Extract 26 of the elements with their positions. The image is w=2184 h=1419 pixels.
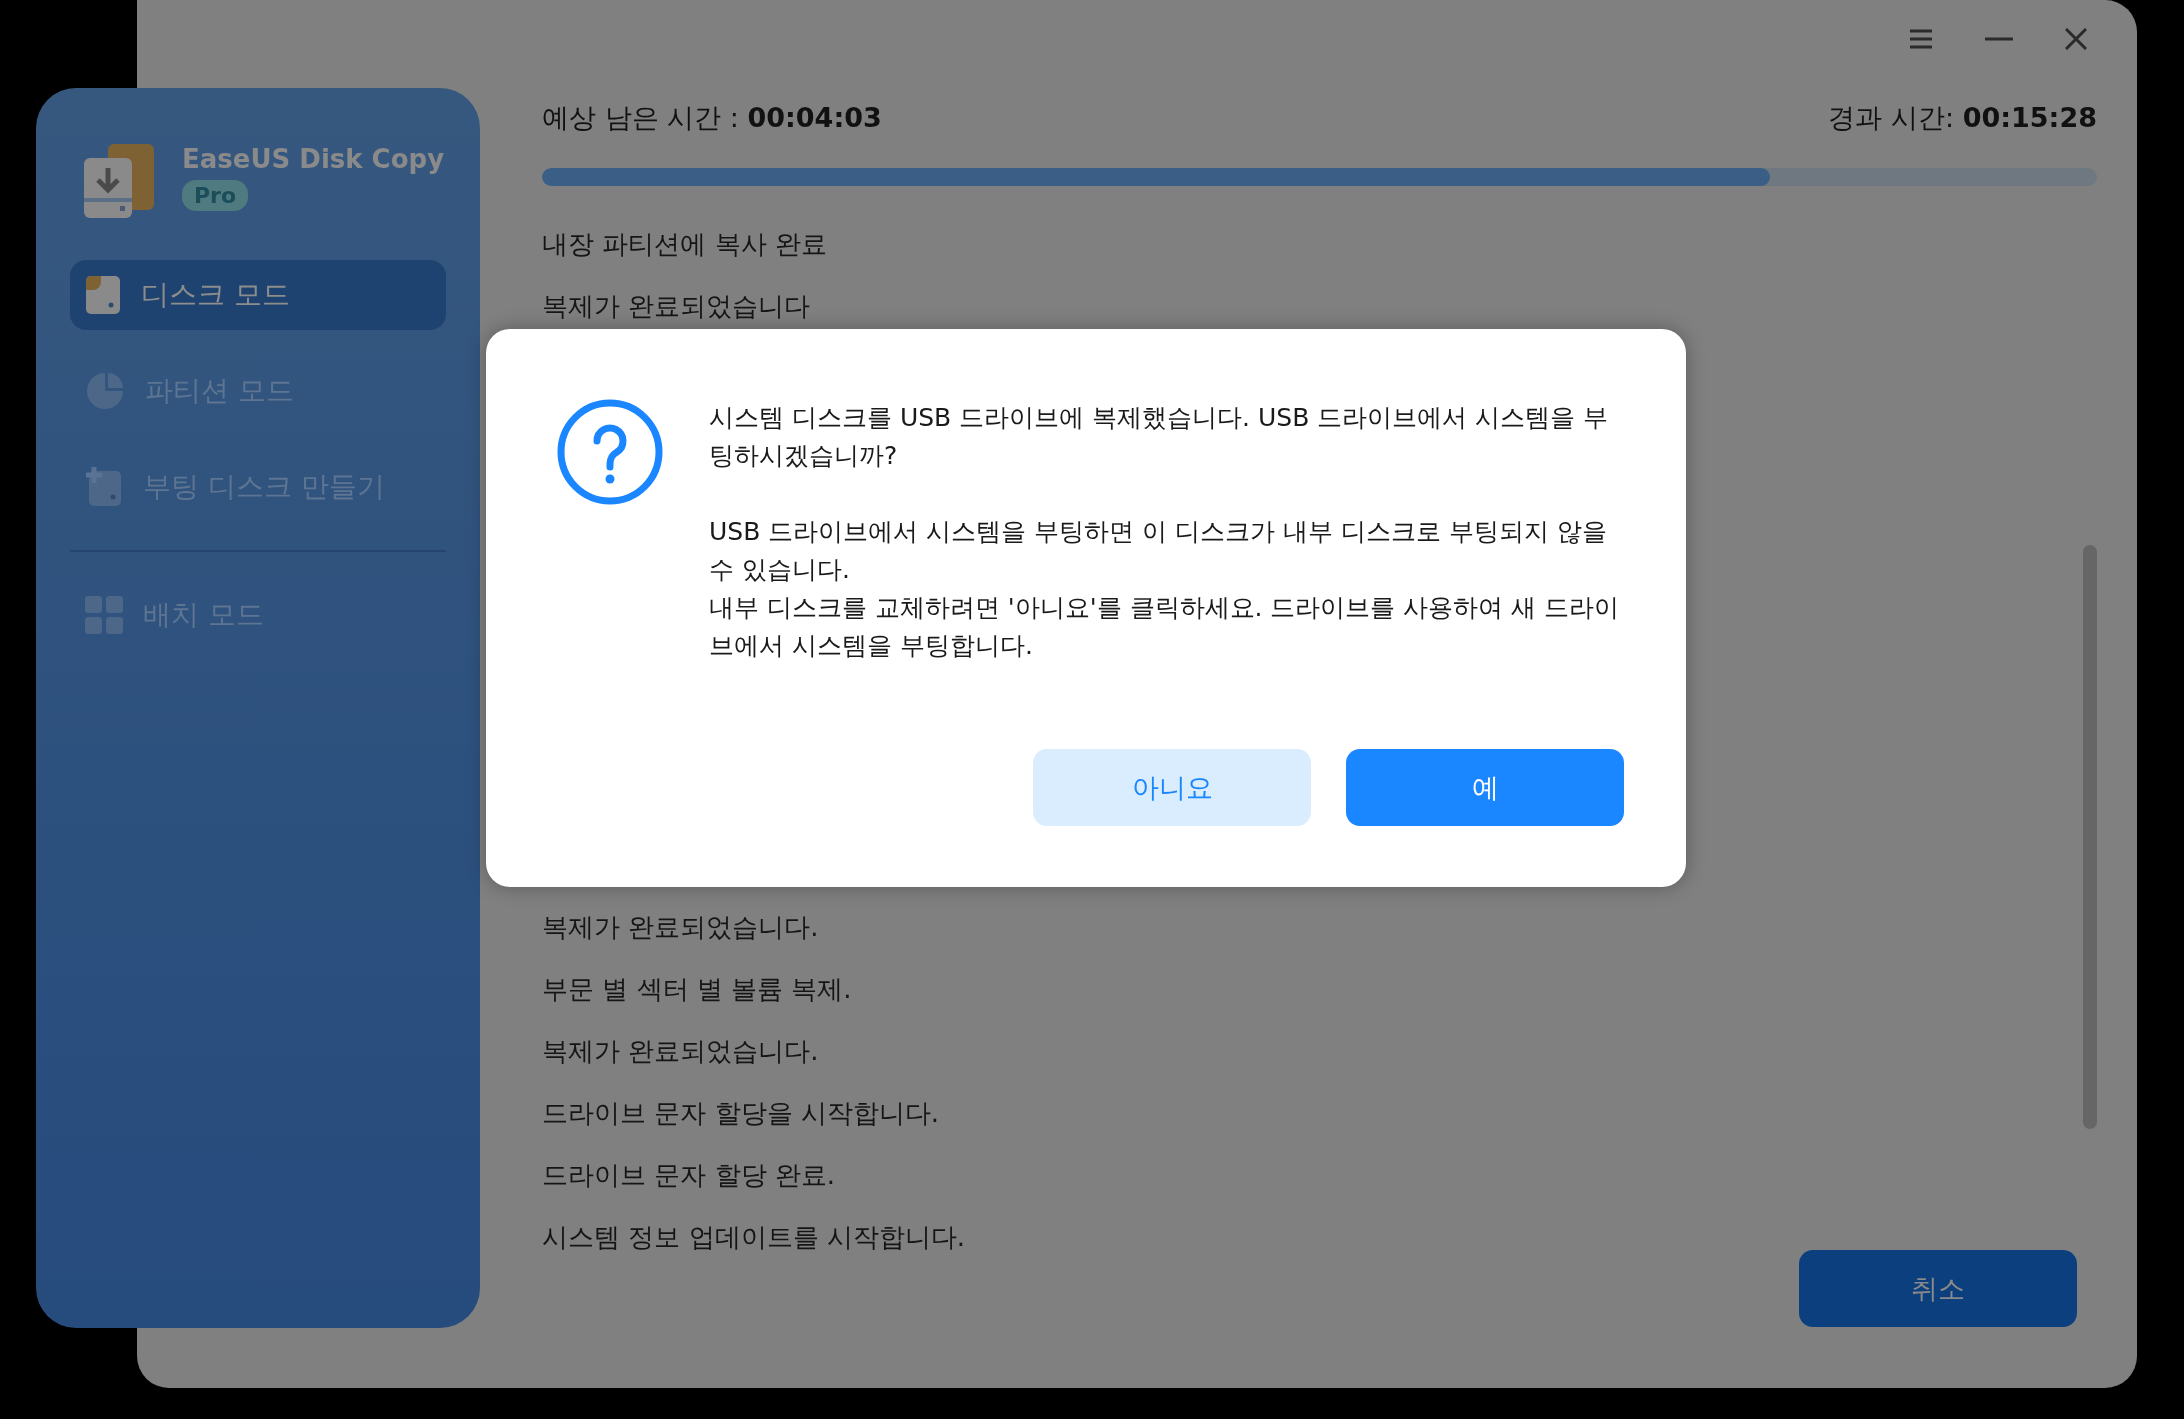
log-line: 시스템 정보 업데이트를 시작합니다. xyxy=(542,1221,967,1254)
grid-icon xyxy=(85,596,123,634)
disk-plus-icon xyxy=(85,467,123,507)
log-line: 복제가 완료되었습니다. xyxy=(542,1035,820,1068)
log-line: 복제가 완료되었습니다. xyxy=(542,911,820,944)
log-line: 복제가 완료되었습니다 xyxy=(542,290,812,323)
minimize-icon[interactable] xyxy=(1985,37,2013,41)
pie-chart-icon xyxy=(85,371,125,411)
log-line: 드라이브 문자 할당 완료. xyxy=(542,1159,837,1192)
no-button[interactable]: 아니요 xyxy=(1033,749,1311,826)
close-icon[interactable] xyxy=(2065,28,2087,50)
sidebar-item[interactable]: 디스크 모드 xyxy=(70,260,446,330)
log-line: 내장 파티션에 복사 완료 xyxy=(542,228,828,261)
elapsed-time: 경과 시간: 00:15:28 xyxy=(1828,101,2097,135)
dialog-message: 시스템 디스크를 USB 드라이브에 복제했습니다. USB 드라이브에서 시스템을 부팅하시겠습니까? xyxy=(709,402,1610,472)
log-line: 부문 별 섹터 별 볼륨 복제. xyxy=(542,973,853,1006)
disk-copy-logo-icon xyxy=(82,144,156,220)
scrollbar[interactable] xyxy=(2083,545,2097,1129)
menu-icon[interactable] xyxy=(1909,28,1933,50)
dialog-message: USB 드라이브에서 시스템을 부팅하면 이 디스크가 내부 디스크로 부팅되지 않을 수 있습니다. 내부 디스크를 교체하려면 '아니요'를 클릭하세요. 드라이브를 사용하여 새 드라이브에서 시스템을 부팅합니다. xyxy=(709,516,1621,662)
cancel-button[interactable]: 취소 xyxy=(1799,1250,2077,1327)
log-line: 드라이브 문자 할당을 시작합니다. xyxy=(542,1097,941,1130)
question-icon xyxy=(557,399,663,505)
remaining-time: 예상 남은 시간 : 00:04:03 xyxy=(542,101,882,135)
yes-button[interactable]: 예 xyxy=(1346,749,1624,826)
app-name: EaseUS Disk Copy xyxy=(182,144,445,174)
